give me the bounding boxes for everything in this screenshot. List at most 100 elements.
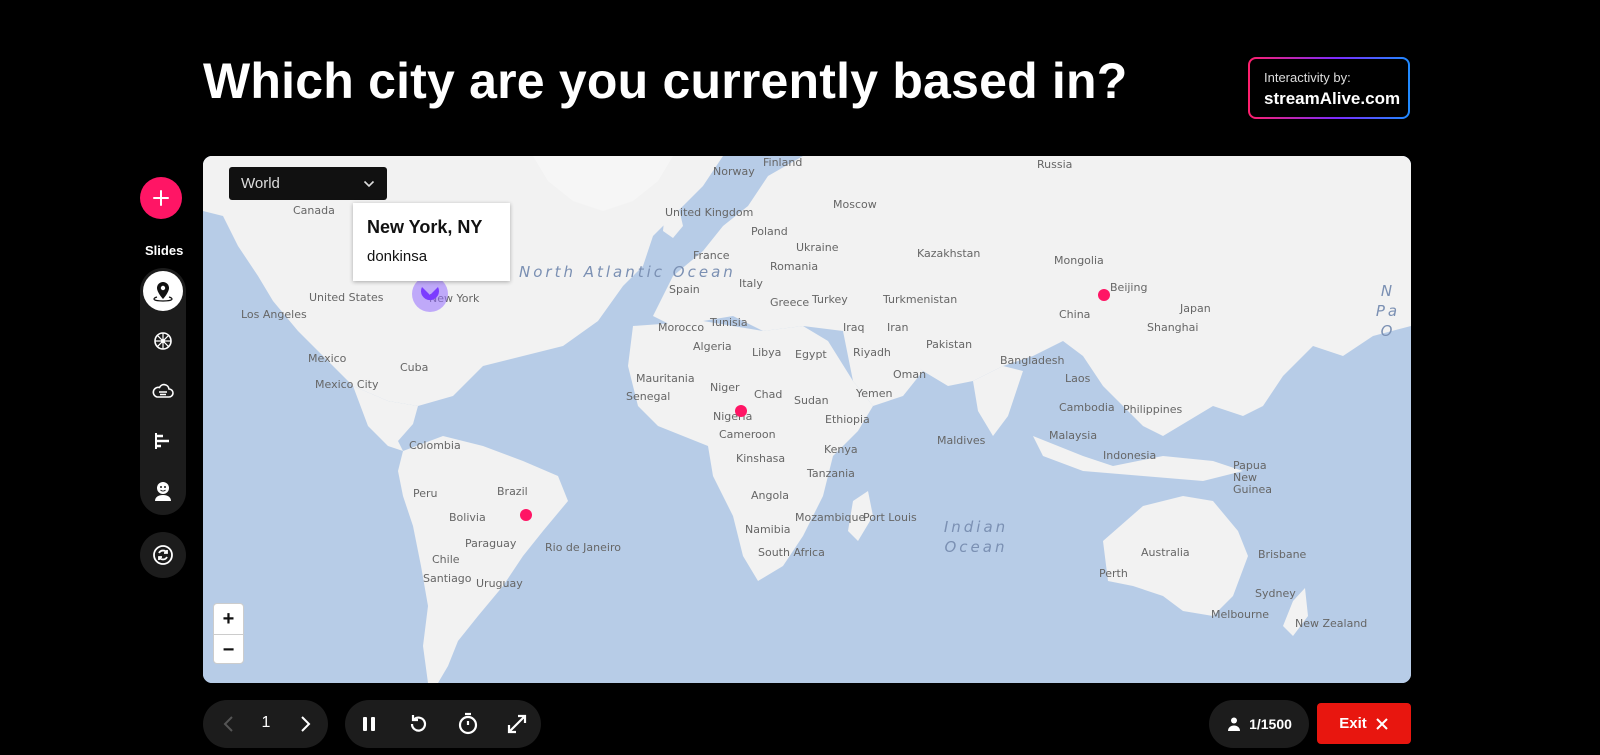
label-mauritania: Mauritania bbox=[636, 372, 695, 385]
label-brisbane: Brisbane bbox=[1258, 548, 1307, 561]
slide-barchart-button[interactable] bbox=[143, 421, 183, 461]
label-maldives: Maldives bbox=[937, 434, 986, 447]
label-japan: Japan bbox=[1180, 302, 1211, 315]
branding-caption: Interactivity by: bbox=[1264, 70, 1351, 85]
label-poland: Poland bbox=[751, 225, 788, 238]
slide-wheel-button[interactable] bbox=[143, 321, 183, 361]
label-malaysia: Malaysia bbox=[1049, 429, 1098, 442]
label-mozambique: Mozambique bbox=[795, 511, 866, 524]
timer-icon[interactable] bbox=[456, 712, 480, 736]
plus-icon bbox=[153, 190, 169, 206]
label-france: France bbox=[693, 249, 730, 262]
zoom-in-button[interactable]: + bbox=[214, 604, 243, 635]
response-pin-new-york[interactable] bbox=[412, 276, 448, 312]
close-icon bbox=[1376, 717, 1388, 730]
label-norway: Norway bbox=[713, 165, 755, 178]
slide-map-button[interactable] bbox=[143, 271, 183, 311]
label-egypt: Egypt bbox=[795, 348, 827, 361]
slide-pager: 1 bbox=[203, 700, 328, 748]
label-kenya: Kenya bbox=[824, 443, 858, 456]
word-cloud-icon bbox=[152, 383, 174, 398]
add-slide-button[interactable] bbox=[140, 177, 182, 219]
label-sydney: Sydney bbox=[1255, 587, 1296, 600]
tooltip-user: donkinsa bbox=[367, 248, 428, 265]
label-mexico-city: Mexico City bbox=[315, 378, 379, 391]
chevron-right-icon[interactable] bbox=[293, 712, 317, 736]
region-select[interactable]: World bbox=[229, 167, 387, 200]
slide-avatar-button[interactable] bbox=[143, 471, 183, 511]
label-laos: Laos bbox=[1065, 372, 1091, 385]
label-libya: Libya bbox=[752, 346, 782, 359]
response-pin-brazil[interactable] bbox=[520, 509, 532, 521]
streamalive-branding[interactable]: Interactivity by: streamAlive.com bbox=[1248, 57, 1410, 119]
participant-count-value: 1/1500 bbox=[1249, 716, 1292, 732]
label-finland: Finland bbox=[763, 156, 803, 169]
label-iran: Iran bbox=[887, 321, 909, 334]
label-uruguay: Uruguay bbox=[476, 577, 523, 590]
label-greece: Greece bbox=[770, 296, 810, 309]
ocean-label-indian: Indian Ocean bbox=[943, 518, 1009, 556]
location-tooltip: New York, NY donkinsa bbox=[353, 203, 510, 281]
label-canada: Canada bbox=[293, 204, 335, 217]
label-angola: Angola bbox=[751, 489, 790, 502]
label-oman: Oman bbox=[893, 368, 927, 381]
bar-chart-icon bbox=[155, 433, 169, 449]
zoom-control: + − bbox=[213, 603, 244, 664]
label-pakistan: Pakistan bbox=[926, 338, 973, 351]
location-marker-icon bbox=[421, 287, 439, 301]
label-brazil: Brazil bbox=[497, 485, 528, 498]
pause-icon[interactable] bbox=[357, 712, 381, 736]
label-united-states: United States bbox=[309, 291, 384, 304]
label-los-angeles: Los Angeles bbox=[241, 308, 307, 321]
label-perth: Perth bbox=[1099, 567, 1128, 580]
label-bangladesh: Bangladesh bbox=[1000, 354, 1065, 367]
wheel-icon bbox=[154, 332, 172, 350]
map-pin-icon bbox=[153, 282, 173, 302]
zoom-out-button[interactable]: − bbox=[214, 635, 243, 665]
label-tanzania: Tanzania bbox=[807, 467, 855, 480]
label-kazakhstan: Kazakhstan bbox=[917, 247, 981, 260]
label-kinshasa: Kinshasa bbox=[736, 452, 786, 465]
fullscreen-icon[interactable] bbox=[505, 712, 529, 736]
restart-icon[interactable] bbox=[406, 712, 430, 736]
label-spain: Spain bbox=[669, 283, 700, 296]
user-icon bbox=[1228, 717, 1241, 731]
label-cambodia: Cambodia bbox=[1059, 401, 1115, 414]
label-tunisia: Tunisia bbox=[710, 316, 748, 329]
exit-label: Exit bbox=[1339, 715, 1367, 732]
label-yemen: Yemen bbox=[856, 387, 893, 400]
chevron-down-icon bbox=[363, 180, 375, 187]
label-port-louis: Port Louis bbox=[863, 511, 917, 524]
current-slide-number: 1 bbox=[261, 714, 271, 731]
ocean-label-north-atlantic: North Atlantic Ocean bbox=[519, 263, 736, 281]
label-rio: Rio de Janeiro bbox=[545, 541, 621, 554]
chevron-left-icon[interactable] bbox=[217, 712, 241, 736]
label-beijing: Beijing bbox=[1110, 281, 1148, 294]
slides-label: Slides bbox=[145, 243, 184, 258]
response-pin-beijing[interactable] bbox=[1098, 289, 1110, 301]
label-new-zealand: New Zealand bbox=[1295, 617, 1368, 630]
sync-button[interactable] bbox=[140, 532, 186, 578]
presentation-controls bbox=[345, 700, 541, 748]
label-bolivia: Bolivia bbox=[449, 511, 486, 524]
label-shanghai: Shanghai bbox=[1147, 321, 1199, 334]
tooltip-city: New York, NY bbox=[367, 217, 483, 237]
world-map[interactable]: North Atlantic Ocean Indian Ocean N Pa O… bbox=[203, 156, 1411, 683]
label-morocco: Morocco bbox=[658, 321, 705, 334]
label-italy: Italy bbox=[739, 277, 763, 290]
label-china: China bbox=[1059, 308, 1091, 321]
label-moscow: Moscow bbox=[833, 198, 877, 211]
slide-wordcloud-button[interactable] bbox=[143, 371, 183, 411]
label-mongolia: Mongolia bbox=[1054, 254, 1104, 267]
label-iraq: Iraq bbox=[843, 321, 865, 334]
label-melbourne: Melbourne bbox=[1211, 608, 1270, 621]
label-cuba: Cuba bbox=[400, 361, 429, 374]
response-pin-chad[interactable] bbox=[735, 405, 747, 417]
ocean-label-pacific: N Pa O bbox=[1375, 282, 1401, 340]
label-turkey: Turkey bbox=[812, 293, 848, 306]
slides-panel bbox=[140, 268, 186, 515]
label-cameroon: Cameroon bbox=[719, 428, 776, 441]
exit-button[interactable]: Exit bbox=[1317, 703, 1411, 744]
question-title: Which city are you currently based in? bbox=[203, 53, 1128, 109]
label-russia: Russia bbox=[1037, 158, 1073, 171]
